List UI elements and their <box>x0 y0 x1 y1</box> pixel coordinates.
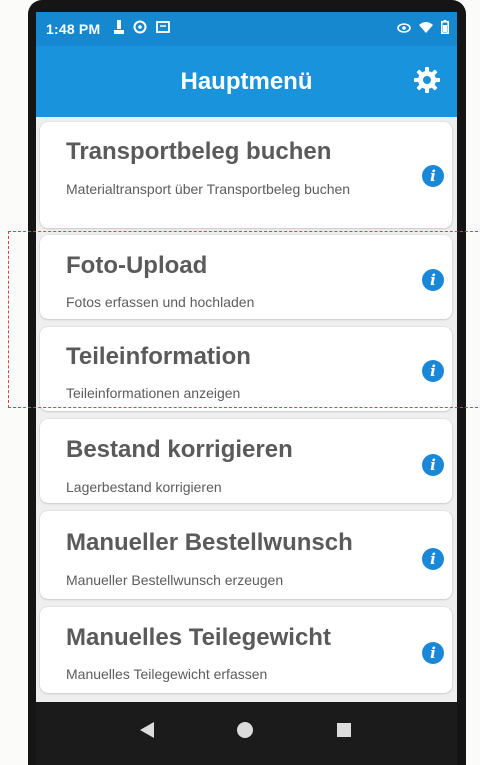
menu-item-description: Fotos erfassen und hochladen <box>66 294 255 310</box>
menu-item-description: Manuelles Teilegewicht erfassen <box>66 666 268 682</box>
page-title: Hauptmenü <box>180 68 313 95</box>
notification-icon <box>114 19 125 39</box>
status-time: 1:48 PM <box>46 21 101 37</box>
home-icon <box>236 721 254 744</box>
menu-item-title: Transportbeleg buchen <box>66 138 332 165</box>
menu-item-title: Foto-Upload <box>66 252 208 279</box>
status-right-icons <box>397 12 450 46</box>
menu-item-teileinformation[interactable]: Teileinformation Teileinformationen anze… <box>40 327 452 411</box>
menu-item-manueller-bestellwunsch[interactable]: Manueller Bestellwunsch Manueller Bestel… <box>40 511 452 599</box>
message-icon <box>156 20 171 38</box>
settings-button[interactable] <box>411 66 443 98</box>
recent-apps-icon <box>336 722 352 743</box>
info-icon[interactable]: i <box>422 642 444 664</box>
menu-item-title: Manueller Bestellwunsch <box>66 529 353 556</box>
back-icon <box>139 721 155 744</box>
info-icon[interactable]: i <box>422 360 444 382</box>
menu-item-manuelles-teilegewicht[interactable]: Manuelles Teilegewicht Manuelles Teilege… <box>40 607 452 693</box>
main-menu-list: Transportbeleg buchen Materialtransport … <box>36 117 457 702</box>
info-icon[interactable]: i <box>422 548 444 570</box>
status-bar: 1:48 PM <box>36 12 457 46</box>
home-button[interactable] <box>220 714 270 750</box>
menu-item-description: Materialtransport über Transportbeleg bu… <box>66 181 351 197</box>
info-icon[interactable]: i <box>422 165 444 187</box>
app-bar: Hauptmenü <box>36 46 457 117</box>
eye-icon <box>397 20 411 38</box>
back-button[interactable] <box>122 714 172 750</box>
recent-apps-button[interactable] <box>319 714 369 750</box>
phone-screen: 1:48 PM Hauptmenü Transportbeleg buchen … <box>36 12 457 765</box>
status-left-icons <box>114 19 171 39</box>
menu-item-bestand-korrigieren[interactable]: Bestand korrigieren Lagerbestand korrigi… <box>40 419 452 503</box>
info-icon[interactable]: i <box>422 269 444 291</box>
navigation-bar <box>36 702 457 765</box>
menu-item-foto-upload[interactable]: Foto-Upload Fotos erfassen und hochladen… <box>40 235 452 319</box>
battery-icon <box>441 19 450 39</box>
stage: 1:48 PM Hauptmenü Transportbeleg buchen … <box>0 0 480 765</box>
gear-icon <box>413 66 441 99</box>
menu-item-description: Manueller Bestellwunsch erzeugen <box>66 572 284 588</box>
wifi-icon <box>419 20 433 38</box>
info-icon[interactable]: i <box>422 454 444 476</box>
menu-item-transportbeleg-buchen[interactable]: Transportbeleg buchen Materialtransport … <box>40 122 452 228</box>
menu-item-title: Teileinformation <box>66 343 251 370</box>
menu-item-description: Lagerbestand korrigieren <box>66 479 222 495</box>
menu-item-description: Teileinformationen anzeigen <box>66 385 241 401</box>
menu-item-title: Bestand korrigieren <box>66 436 293 463</box>
menu-item-title: Manuelles Teilegewicht <box>66 624 331 651</box>
sync-icon <box>133 20 147 39</box>
